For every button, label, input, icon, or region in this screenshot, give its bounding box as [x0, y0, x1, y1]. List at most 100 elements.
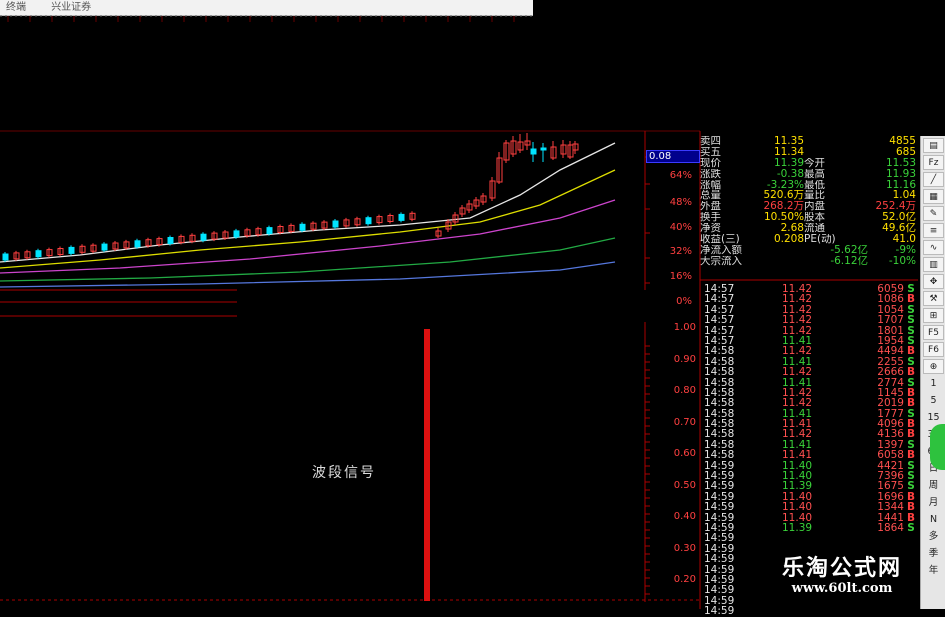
tick-cell	[904, 606, 918, 616]
quote-cell: 总量	[700, 190, 721, 202]
tick-row: 14:59	[704, 595, 918, 606]
line-icon[interactable]: ╱	[923, 172, 944, 187]
quote-cell: 最高	[804, 168, 825, 180]
quote-cell: 49.6亿	[882, 223, 916, 235]
quote-row: 外盘 268.2万 内盘 252.4万	[700, 201, 918, 212]
watermark-brand: 乐淘公式网	[781, 555, 902, 581]
candle	[332, 220, 339, 228]
quote-cell: 涨跌	[700, 168, 721, 180]
toolbar-sidebar: ▤Fz╱▦✎≡∿▥✥⚒⊞F5F6⊕15153060日周月N多季年	[920, 136, 945, 609]
quote-cell: 10.50%	[763, 212, 804, 224]
quote-cell: -9%	[895, 244, 916, 256]
indicator-axis-label: 1.00	[673, 322, 696, 333]
tick-cell: 1707	[877, 314, 904, 327]
ma5-line	[0, 142, 616, 263]
bars-icon[interactable]: ▥	[923, 257, 944, 272]
period-button[interactable]: 1	[923, 376, 944, 391]
tick-cell: 11.42	[782, 366, 813, 379]
quote-cell: 41.0	[892, 234, 916, 245]
quote-cell: 量比	[804, 190, 825, 202]
tick-cell	[834, 596, 904, 606]
quote-cell	[804, 147, 844, 158]
quote-cell: 4855	[889, 136, 916, 147]
indicator-axis-label: 0.70	[673, 416, 696, 428]
period-button[interactable]: 5	[923, 393, 944, 408]
ma120-line	[0, 261, 616, 288]
calc-icon[interactable]: ⊞	[923, 308, 944, 323]
signal-bar	[424, 329, 430, 601]
quote-cell: 0.208	[773, 234, 804, 245]
quote-row: 总量 520.6万 量比 1.04	[700, 190, 918, 201]
quote-cell: 最低	[804, 179, 825, 191]
wave-icon[interactable]: ∿	[923, 240, 944, 255]
period-button[interactable]: 多	[923, 529, 944, 544]
period-button[interactable]: 年	[923, 563, 944, 578]
pen-icon[interactable]: ✎	[923, 206, 944, 221]
price-axis-label: 40%	[669, 222, 692, 233]
quote-cell: 11.93	[885, 168, 916, 180]
candle	[167, 237, 174, 244]
candle	[101, 243, 108, 251]
quote-cell	[804, 136, 844, 147]
candle	[233, 230, 240, 238]
quote-row: 卖四 11.35 4855	[700, 136, 918, 147]
move-icon[interactable]: ✥	[923, 274, 944, 289]
tick-cell: 1864	[877, 521, 904, 534]
quote-cell: 流通	[804, 223, 825, 235]
period-button[interactable]: 季	[923, 546, 944, 561]
period-button[interactable]: 月	[923, 495, 944, 510]
candle	[2, 253, 9, 261]
period-button[interactable]: N	[923, 512, 944, 527]
zoom-icon[interactable]: ⊕	[923, 359, 944, 374]
chart-icon[interactable]: ▤	[923, 138, 944, 153]
tick-cell: 11.39	[782, 521, 813, 534]
candle	[68, 246, 75, 254]
quote-cell: -10%	[888, 255, 916, 267]
indicator-axis-label: 0.80	[673, 385, 696, 396]
indicator-axis-label: 0.50	[673, 479, 696, 491]
candle	[299, 223, 306, 231]
fz-icon[interactable]: Fz	[923, 155, 944, 170]
quote-cell: -5.62亿	[830, 244, 868, 256]
quote-cell: -0.38	[776, 168, 804, 180]
price-axis-label: 48%	[669, 197, 692, 208]
period-button[interactable]: 15	[923, 410, 944, 425]
quote-cell: 2.68	[780, 223, 804, 235]
tick-cell	[904, 544, 918, 554]
quote-cell: 685	[895, 146, 916, 158]
indicator-axis-label: 0.60	[673, 448, 696, 459]
tick-cell: 14:59	[704, 605, 735, 617]
tick-cell	[834, 544, 904, 554]
quote-row: 大宗流入 -6.12亿 -10%	[700, 256, 918, 267]
tick-cell: B	[906, 366, 915, 379]
quote-row: 涨幅 -3.23% 最低 11.16	[700, 180, 918, 191]
tick-row: 14:59	[704, 605, 918, 617]
list-icon[interactable]: ≡	[923, 223, 944, 238]
tick-row: 14:59 11.39 1864 S	[704, 521, 918, 534]
quote-cell: 收益(三)	[700, 234, 740, 245]
quote-cell: 11.34	[773, 146, 804, 158]
candle	[398, 213, 405, 221]
quote-cell: 股本	[804, 212, 825, 224]
quote-cell: 内盘	[804, 201, 825, 213]
tick-cell: S	[907, 521, 915, 534]
quote-cell: 1.04	[892, 190, 916, 202]
f6-icon[interactable]: F6	[923, 342, 944, 357]
tick-cell	[782, 533, 834, 543]
quote-cell: 净资	[700, 223, 721, 235]
f5-icon[interactable]: F5	[923, 325, 944, 340]
candle	[266, 227, 273, 235]
grid-icon[interactable]: ▦	[923, 189, 944, 204]
price-axis-label: 64%	[669, 170, 692, 181]
quote-row: 涨跌 -0.38 最高 11.93	[700, 169, 918, 180]
price-axis-label: 0%	[676, 296, 692, 307]
indicator-axis-label: 0.90	[673, 353, 696, 365]
tick-cell	[782, 606, 834, 616]
tick-cell: 14:58	[704, 366, 735, 379]
tick-cell: 11.42	[782, 314, 813, 327]
brush-icon[interactable]: ⚒	[923, 291, 944, 306]
quote-cell: PE(动)	[804, 234, 836, 245]
period-button[interactable]: 周	[923, 478, 944, 493]
expand-tab[interactable]	[930, 424, 945, 470]
price-axis-label: 32%	[669, 246, 692, 257]
